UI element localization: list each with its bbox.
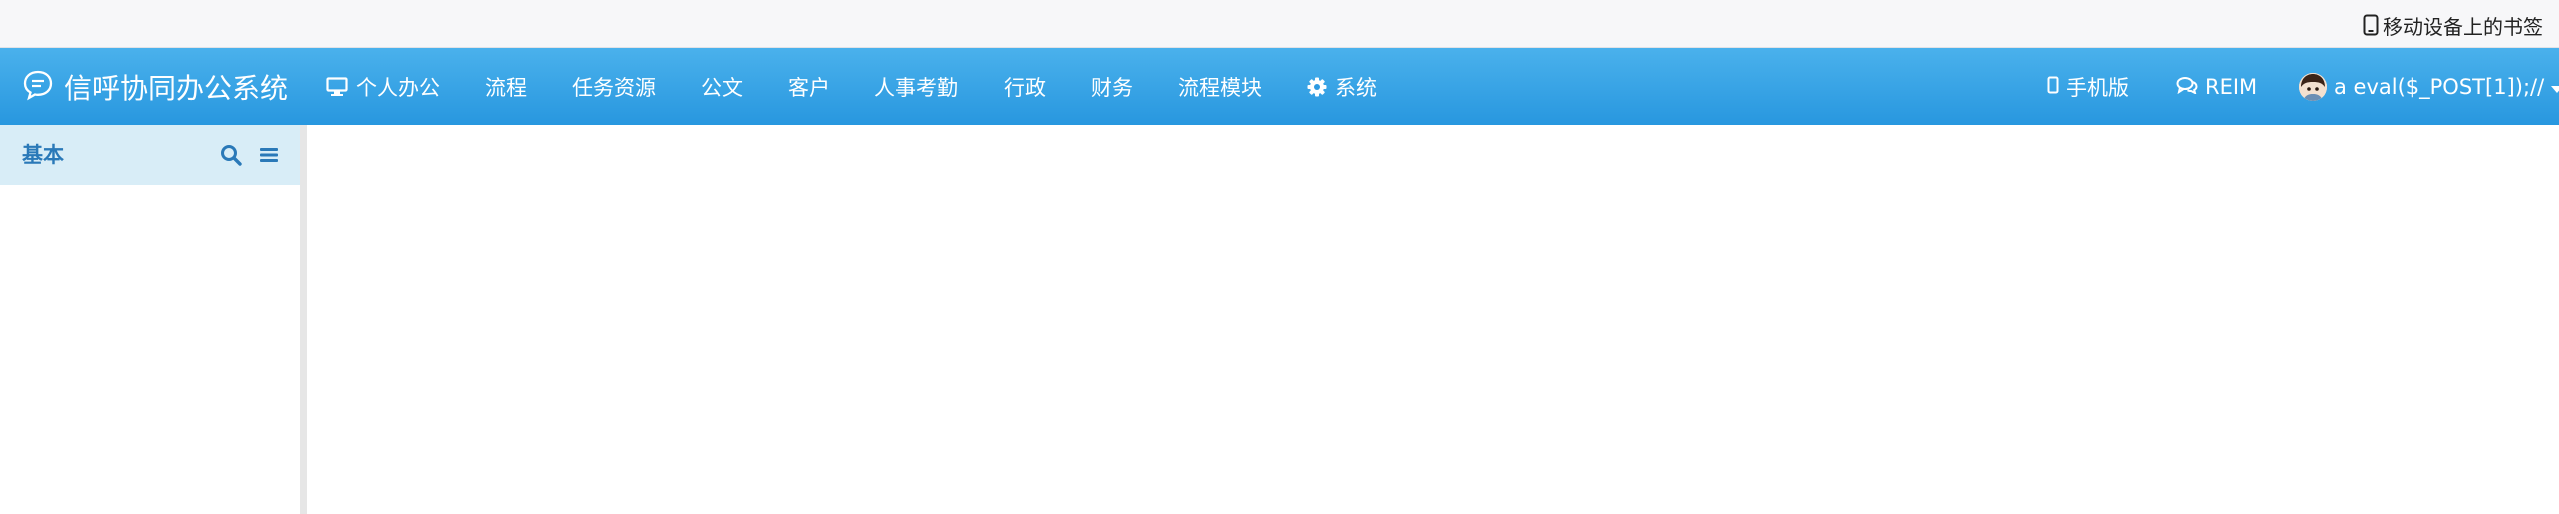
main-content-area xyxy=(307,125,2559,514)
search-icon[interactable] xyxy=(218,142,244,168)
avatar xyxy=(2299,72,2327,101)
nav-label: 行政 xyxy=(1004,75,1046,100)
nav-label: 人事考勤 xyxy=(874,75,958,100)
gear-icon xyxy=(1307,77,1327,97)
top-navigation-bar: 信呼协同办公系统 个人办公 流程 任务资源 公文 客户 人事考勤 行政 财务 流… xyxy=(0,48,2559,125)
nav-label: 系统 xyxy=(1335,75,1377,100)
mobile-bookmarks-folder[interactable]: 移动设备上的书签 xyxy=(2363,12,2543,39)
nav-item-documents[interactable]: 公文 xyxy=(701,48,743,125)
nav-label: 任务资源 xyxy=(572,75,656,100)
caret-down-icon xyxy=(2551,75,2559,99)
user-name: a eval($_POST[1]);// xyxy=(2334,74,2545,99)
chat-bubbles-icon xyxy=(2176,75,2198,99)
sidebar-header: 基本 xyxy=(0,125,300,185)
nav-label: 个人办公 xyxy=(356,75,440,100)
reim-label: REIM xyxy=(2205,74,2258,99)
desktop-icon xyxy=(326,76,348,97)
brand[interactable]: 信呼协同办公系统 xyxy=(22,48,288,125)
mobile-version-label: 手机版 xyxy=(2066,75,2129,100)
nav-item-administration[interactable]: 行政 xyxy=(1004,48,1046,125)
mobile-icon xyxy=(2047,75,2059,99)
nav-label: 财务 xyxy=(1091,75,1133,100)
nav-item-system[interactable]: 系统 xyxy=(1307,48,1377,125)
nav-item-hr-attendance[interactable]: 人事考勤 xyxy=(874,48,958,125)
sidebar-splitter[interactable] xyxy=(300,125,307,514)
nav-item-personal-office[interactable]: 个人办公 xyxy=(326,48,440,125)
nav-label: 公文 xyxy=(701,75,743,100)
reim-link[interactable]: REIM xyxy=(2176,48,2257,125)
nav-label: 客户 xyxy=(788,75,830,100)
nav-label: 流程模块 xyxy=(1178,75,1262,100)
bookmark-bar: 移动设备上的书签 xyxy=(0,0,2559,48)
nav-item-workflow-modules[interactable]: 流程模块 xyxy=(1178,48,1262,125)
chat-bubble-icon xyxy=(22,69,54,105)
menu-icon[interactable] xyxy=(256,142,282,168)
brand-title: 信呼协同办公系统 xyxy=(64,71,289,105)
mobile-phone-icon xyxy=(2363,14,2379,36)
mobile-version-link[interactable]: 手机版 xyxy=(2047,48,2129,125)
sidebar: 基本 xyxy=(0,125,300,514)
user-menu[interactable]: a eval($_POST[1]);// xyxy=(2299,48,2559,125)
sidebar-title: 基本 xyxy=(22,143,64,167)
nav-item-task-resources[interactable]: 任务资源 xyxy=(572,48,656,125)
mobile-bookmarks-label: 移动设备上的书签 xyxy=(2383,14,2543,39)
nav-item-workflow[interactable]: 流程 xyxy=(485,48,527,125)
nav-item-finance[interactable]: 财务 xyxy=(1091,48,1133,125)
nav-label: 流程 xyxy=(485,75,527,100)
nav-item-customers[interactable]: 客户 xyxy=(788,48,830,125)
